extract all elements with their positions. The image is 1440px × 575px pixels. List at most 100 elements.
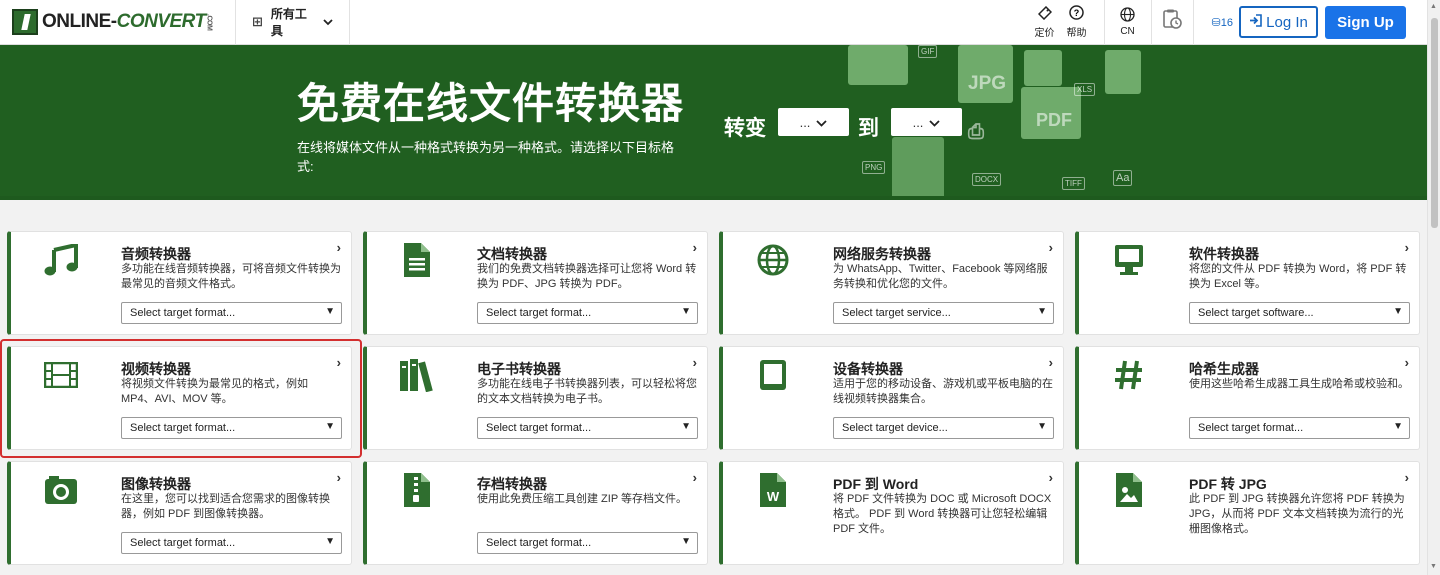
target-service-select[interactable]: Select target service... ▼ xyxy=(833,302,1054,324)
history-button[interactable] xyxy=(1152,0,1194,45)
grid-icon: ⊞ xyxy=(252,14,263,29)
document-icon xyxy=(399,242,435,278)
language-selector[interactable]: CN xyxy=(1103,0,1152,45)
card-archive-converter[interactable]: 存档转换器 › 使用此免费压缩工具创建 ZIP 等存档文件。 Select ta… xyxy=(363,461,708,565)
target-format-select[interactable]: Select target format... ▼ xyxy=(477,302,698,324)
target-format-select[interactable]: Select target format... ▼ xyxy=(477,532,698,554)
caret-down-icon: ▼ xyxy=(1037,306,1047,317)
card-title[interactable]: PDF 转 JPG xyxy=(1189,474,1267,494)
decor-image-doc-icon xyxy=(1024,50,1062,86)
chevron-right-icon[interactable]: › xyxy=(1405,355,1409,370)
card-description: 在这里，您可以找到适合您需求的图像转换器，例如 PDF 到图像转换器。 xyxy=(121,493,330,520)
chevron-down-icon xyxy=(929,115,941,130)
card-description: 将 PDF 文件转换为 DOC 或 Microsoft DOCX 格式。 PDF… xyxy=(833,493,1052,535)
chevron-right-icon[interactable]: › xyxy=(693,240,697,255)
caret-down-icon: ▼ xyxy=(325,306,335,317)
select-value: Select target format... xyxy=(486,422,592,434)
image-file-icon xyxy=(1111,472,1147,508)
chevron-right-icon[interactable]: › xyxy=(1405,240,1409,255)
zip-file-icon xyxy=(399,472,435,508)
chevron-right-icon[interactable]: › xyxy=(1049,355,1053,370)
select-value: Select target software... xyxy=(1198,307,1314,319)
caret-down-icon: ▼ xyxy=(681,536,691,547)
chevron-right-icon[interactable]: › xyxy=(337,240,341,255)
card-webservice-converter[interactable]: 网络服务转换器 › 为 WhatsApp、Twitter、Facebook 等网… xyxy=(719,231,1064,335)
card-image-converter[interactable]: 图像转换器 › 在这里，您可以找到适合您需求的图像转换器，例如 PDF 到图像转… xyxy=(7,461,352,565)
help-link[interactable]: ? 帮助 xyxy=(1062,0,1092,45)
card-hash-generator[interactable]: 哈希生成器 › 使用这些哈希生成器工具生成哈希或校验和。 Select targ… xyxy=(1075,346,1420,450)
tablet-icon xyxy=(755,357,791,393)
png-tag: PNG xyxy=(862,161,886,174)
pdf-label: PDF xyxy=(1036,110,1072,130)
card-document-converter[interactable]: 文档转换器 › 我们的免费文档转换器选择可让您将 Word 转换为 PDF、JP… xyxy=(363,231,708,335)
login-icon xyxy=(1249,13,1262,31)
chevron-right-icon[interactable]: › xyxy=(337,470,341,485)
all-tools-label: 所有工具 xyxy=(270,7,307,38)
caret-down-icon: ▼ xyxy=(681,306,691,317)
scroll-down-arrow-icon[interactable]: ▼ xyxy=(1430,563,1437,570)
chevron-right-icon[interactable]: › xyxy=(1049,240,1053,255)
page-scrollbar[interactable]: ▲ ▼ xyxy=(1427,0,1440,575)
svg-text:?: ? xyxy=(1074,8,1080,18)
hero-banner: JPG PDF GIF XLS PNG DOCX TIFF Aa ⎙ 免费在线文… xyxy=(0,45,1427,200)
scroll-thumb[interactable] xyxy=(1431,18,1438,228)
card-title[interactable]: 图像转换器 xyxy=(121,474,191,494)
hash-icon xyxy=(1111,357,1147,393)
card-title[interactable]: 设备转换器 xyxy=(833,359,903,379)
chevron-right-icon[interactable]: › xyxy=(1405,470,1409,485)
card-pdf-to-jpg[interactable]: PDF 转 JPG › 此 PDF 到 JPG 转换器允许您将 PDF 转换为 … xyxy=(1075,461,1420,565)
card-title[interactable]: 音频转换器 xyxy=(121,244,191,264)
xls-tag: XLS xyxy=(1074,83,1096,96)
chevron-right-icon[interactable]: › xyxy=(693,355,697,370)
card-description: 此 PDF 到 JPG 转换器允许您将 PDF 转换为 JPG，从而将 PDF … xyxy=(1189,493,1405,535)
printer-icon: ⎙ xyxy=(968,121,984,143)
signup-button[interactable]: Sign Up xyxy=(1325,5,1406,39)
card-title[interactable]: PDF 到 Word xyxy=(833,474,918,494)
card-title[interactable]: 哈希生成器 xyxy=(1189,359,1259,379)
all-tools-menu[interactable]: ⊞ 所有工具 xyxy=(236,0,350,45)
signup-label: Sign Up xyxy=(1337,13,1394,31)
target-format-select[interactable]: Select target format... ▼ xyxy=(121,302,342,324)
card-description: 使用此免费压缩工具创建 ZIP 等存档文件。 xyxy=(477,493,688,505)
target-format-select[interactable]: Select target format... ▼ xyxy=(121,532,342,554)
gif-tag: GIF xyxy=(918,45,938,58)
card-title[interactable]: 电子书转换器 xyxy=(477,359,561,379)
globe-icon xyxy=(755,242,791,278)
card-title[interactable]: 软件转换器 xyxy=(1189,244,1259,264)
language-label: CN xyxy=(1120,26,1135,37)
card-audio-converter[interactable]: 音频转换器 › 多功能在线音频转换器，可将音频文件转换为最常见的音频文件格式。 … xyxy=(7,231,352,335)
target-device-select[interactable]: Select target device... ▼ xyxy=(833,417,1054,439)
from-format-value: ... xyxy=(799,114,811,130)
to-format-select[interactable]: ... xyxy=(891,108,962,136)
card-ebook-converter[interactable]: 电子书转换器 › 多功能在线电子书转换器列表，可以轻松将您的文本文档转换为电子书… xyxy=(363,346,708,450)
camera-icon xyxy=(43,472,79,508)
books-icon xyxy=(399,357,435,393)
pricing-link[interactable]: 定价 xyxy=(1030,0,1060,45)
login-button[interactable]: Log In xyxy=(1239,6,1318,38)
chevron-down-icon xyxy=(816,115,828,130)
help-icon: ? xyxy=(1069,5,1084,24)
caret-down-icon: ▼ xyxy=(681,421,691,432)
card-title[interactable]: 存档转换器 xyxy=(477,474,547,494)
card-pdf-to-word[interactable]: W PDF 到 Word › 将 PDF 文件转换为 DOC 或 Microso… xyxy=(719,461,1064,565)
target-format-select[interactable]: Select target format... ▼ xyxy=(1189,417,1410,439)
site-logo[interactable]: ONLINE-CONVERT.COM xyxy=(0,0,236,45)
chevron-right-icon[interactable]: › xyxy=(693,470,697,485)
credits-counter[interactable]: ⛁16 xyxy=(1212,16,1233,29)
clipboard-clock-icon xyxy=(1161,8,1183,36)
monitor-icon xyxy=(1111,242,1147,278)
card-description: 多功能在线音频转换器，可将音频文件转换为最常见的音频文件格式。 xyxy=(121,263,341,290)
scroll-up-arrow-icon[interactable]: ▲ xyxy=(1430,3,1437,10)
card-software-converter[interactable]: 软件转换器 › 将您的文件从 PDF 转换为 Word，将 PDF 转换为 Ex… xyxy=(1075,231,1420,335)
card-description: 使用这些哈希生成器工具生成哈希或校验和。 xyxy=(1189,378,1409,390)
target-software-select[interactable]: Select target software... ▼ xyxy=(1189,302,1410,324)
chevron-right-icon[interactable]: › xyxy=(1049,470,1053,485)
from-format-select[interactable]: ... xyxy=(778,108,849,136)
card-title[interactable]: 文档转换器 xyxy=(477,244,547,264)
jpg-label: JPG xyxy=(968,73,1007,94)
target-format-select[interactable]: Select target format... ▼ xyxy=(477,417,698,439)
card-title[interactable]: 网络服务转换器 xyxy=(833,244,931,264)
decor-chart-doc-icon xyxy=(892,137,944,196)
select-value: Select target format... xyxy=(130,537,236,549)
card-device-converter[interactable]: 设备转换器 › 适用于您的移动设备、游戏机或平板电脑的在线视频转换器集合。 Se… xyxy=(719,346,1064,450)
